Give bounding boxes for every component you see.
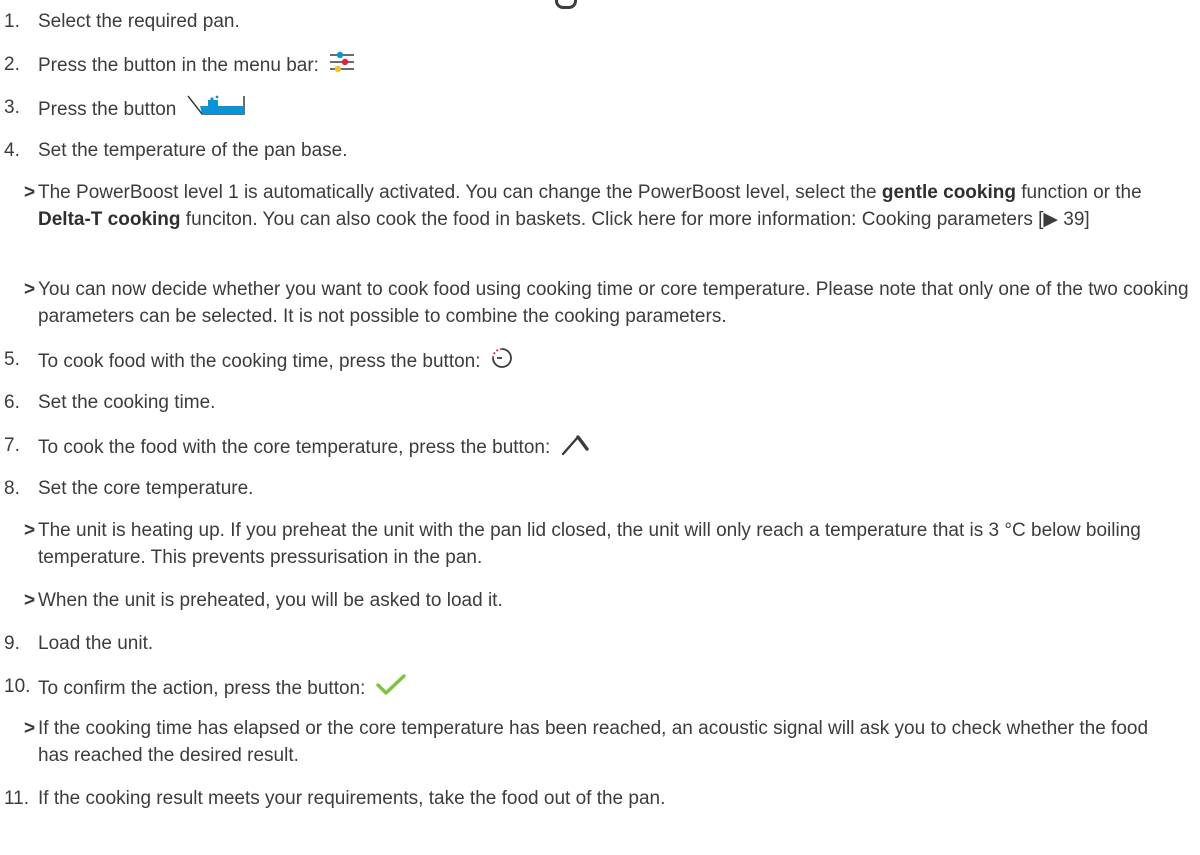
step-text: Load the unit. <box>38 633 154 654</box>
step-number: 3. <box>4 97 20 118</box>
instruction-result-3: > The unit is heating up. If you preheat… <box>0 517 1200 571</box>
step-text: Set the cooking time. <box>38 392 216 413</box>
instruction-step-11: 11. If the cooking result meets your req… <box>0 785 1200 812</box>
instruction-step-2: 2. Press the button in the menu bar: <box>0 51 1200 81</box>
result-marker: > <box>24 279 36 300</box>
step-number: 6. <box>4 392 20 413</box>
instruction-step-7: 7. To cook the food with the core temper… <box>0 432 1200 464</box>
instruction-step-10: 10. To confirm the action, press the but… <box>0 673 1200 705</box>
result-marker: > <box>24 520 36 541</box>
cooking-parameters-link[interactable]: Cooking parameters [▶ 39] <box>862 209 1090 230</box>
step-text: Select the required pan. <box>38 11 240 32</box>
result-marker: > <box>24 182 36 203</box>
instruction-step-4: 4. Set the temperature of the pan base. <box>0 137 1200 164</box>
settings-sliders-icon <box>328 51 356 81</box>
step-number: 1. <box>4 11 20 32</box>
step-number: 4. <box>4 140 20 161</box>
pan-icon <box>186 94 248 126</box>
instruction-step-1: 1. Select the required pan. <box>0 8 1200 35</box>
step-text: If the cooking result meets your require… <box>38 788 666 809</box>
delta-t-cooking-term: Delta-T cooking <box>38 209 181 230</box>
step-number: 2. <box>4 54 20 75</box>
result-text: If the cooking time has elapsed or the c… <box>38 718 1149 766</box>
gentle-cooking-term: gentle cooking <box>881 182 1016 203</box>
step-text: To confirm the action, press the button: <box>38 678 366 700</box>
timer-icon <box>490 346 514 378</box>
instruction-result-2: > You can now decide whether you want to… <box>0 276 1200 330</box>
step-text: To cook the food with the core temperatu… <box>38 437 551 459</box>
step-text: Set the core temperature. <box>38 478 254 499</box>
result-text: You can now decide whether you want to c… <box>38 279 1189 327</box>
instruction-step-5: 5. To cook food with the cooking time, p… <box>0 346 1200 378</box>
instruction-step-6: 6. Set the cooking time. <box>0 389 1200 416</box>
instruction-result-5: > If the cooking time has elapsed or the… <box>0 715 1200 769</box>
result-text: funciton. You can also cook the food in … <box>180 209 862 230</box>
step-number: 11. <box>4 788 30 809</box>
core-probe-icon <box>560 432 590 464</box>
result-text: The unit is heating up. If you preheat t… <box>38 520 1141 568</box>
result-text: The PowerBoost level 1 is automatically … <box>38 182 882 203</box>
instruction-step-8: 8. Set the core temperature. <box>0 475 1200 502</box>
step-number: 9. <box>4 633 20 654</box>
step-number: 7. <box>4 435 20 456</box>
step-text: Press the button <box>38 99 177 121</box>
result-marker: > <box>24 718 36 739</box>
instruction-result-4: > When the unit is preheated, you will b… <box>0 587 1200 614</box>
step-number: 10. <box>4 676 31 697</box>
step-text: To cook food with the cooking time, pres… <box>38 351 481 373</box>
step-number: 8. <box>4 478 20 499</box>
result-marker: > <box>24 590 36 611</box>
instruction-result-1: > The PowerBoost level 1 is automaticall… <box>0 179 1200 233</box>
instruction-step-9: 9. Load the unit. <box>0 630 1200 657</box>
instruction-step-3: 3. Press the button <box>0 94 1200 126</box>
checkmark-icon <box>375 673 407 705</box>
result-text: function or the <box>1015 182 1142 203</box>
step-text: Press the button in the menu bar: <box>38 55 319 77</box>
step-number: 5. <box>4 349 20 370</box>
result-text: When the unit is preheated, you will be … <box>38 590 503 611</box>
step-text: Set the temperature of the pan base. <box>38 140 348 161</box>
